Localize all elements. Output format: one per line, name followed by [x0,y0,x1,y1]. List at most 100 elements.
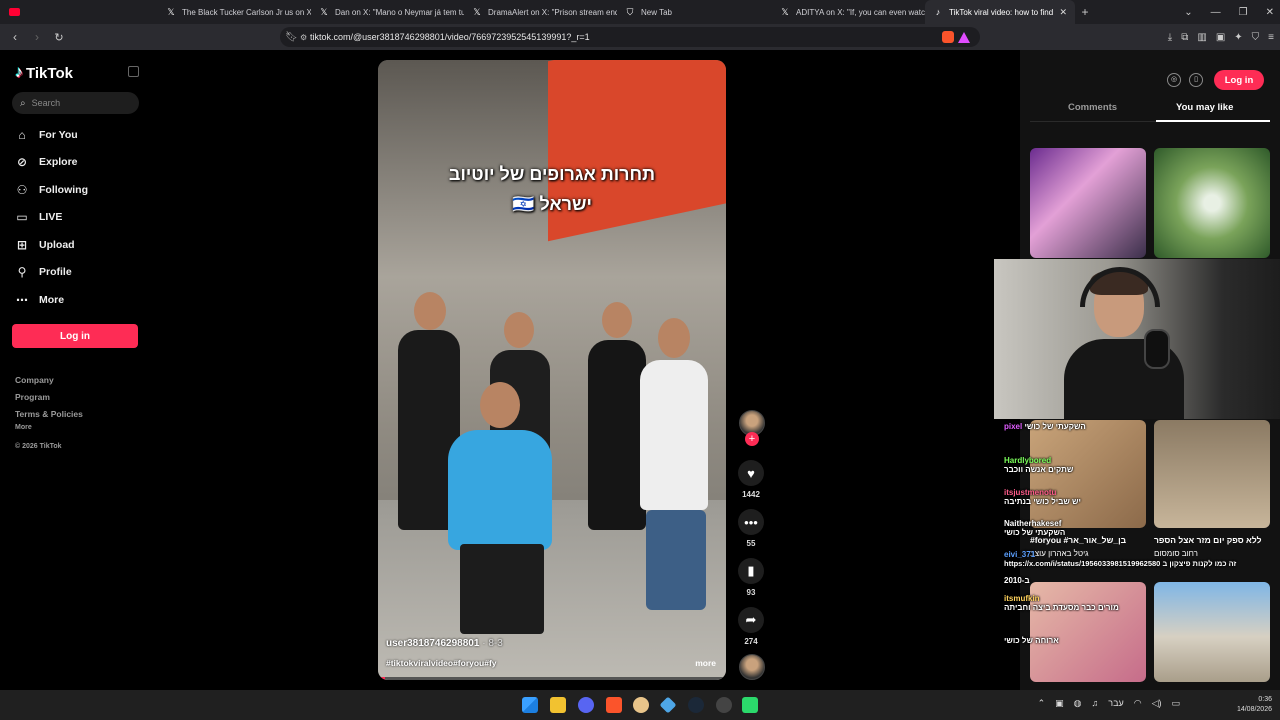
download-icon[interactable]: ⤓ [1168,32,1172,43]
more-link[interactable]: more [695,658,716,668]
person-pants [460,544,544,634]
maximize-icon[interactable]: ❐ [1239,7,1248,18]
app-icon[interactable] [742,697,758,713]
forward-icon[interactable]: › [28,30,46,44]
share-icon[interactable]: ➦ [738,607,764,633]
browser-tab[interactable]: 𝕏 The Black Tucker Carlson Jr us on X: [158,0,311,24]
streamer-webcam [994,259,1280,419]
video-hashtags[interactable]: #tiktokviralvideo#foryou#fy [386,658,497,668]
mic-icon[interactable]: ♫ [1092,698,1099,709]
tab-you-may-like[interactable]: You may like [1156,102,1270,122]
tab-title: New Tab [641,7,672,17]
save-action[interactable]: ▮ 93 [736,558,766,597]
tab-comments[interactable]: Comments [1068,102,1117,122]
video-progress-bar[interactable] [378,677,726,680]
person-blue-shirt [448,430,552,550]
file-explorer-icon[interactable] [550,697,566,713]
obs-icon[interactable] [716,697,732,713]
brave-shields-icon[interactable] [942,31,954,43]
network-icon[interactable]: ◍ [1074,698,1082,709]
comment-action[interactable]: ••• 55 [736,509,766,548]
collapse-sidebar-icon[interactable] [128,66,139,77]
suggested-video-thumbnail[interactable] [1154,148,1270,258]
close-tab-icon[interactable]: ✕ [1059,7,1067,18]
nav-for-you[interactable]: ⌂ For You [15,125,77,145]
nav-profile[interactable]: ⚲ Profile [15,262,72,282]
heart-icon[interactable]: ♥ [738,460,764,486]
wifi-icon[interactable]: ◠ [1134,698,1142,709]
menu-icon[interactable]: ≡ [1268,32,1274,43]
battery-icon[interactable]: ▭ [1171,698,1180,709]
back-icon[interactable]: ‹ [6,30,24,44]
chat-message: Hardlybored שתקים אנשה ווכבר [1004,456,1074,474]
person [640,360,708,510]
clock[interactable]: 0:36 14/08/2026 [1237,695,1272,715]
tab-title: DramaAlert on X: "Prison stream end [488,7,617,17]
reload-icon[interactable]: ↻ [50,31,68,44]
steam-icon[interactable] [688,697,704,713]
comment-icon[interactable]: ••• [738,509,764,535]
start-icon[interactable] [522,697,538,713]
site-info-icon[interactable]: ⚙ [300,33,307,42]
share-action[interactable]: ➦ 274 [736,607,766,646]
footer-program-link[interactable]: Program [15,392,50,402]
login-button[interactable]: Log in [12,324,138,348]
bookmark-icon[interactable]: 🔖︎ [285,32,298,43]
discord-icon[interactable] [578,697,594,713]
footer-more-link[interactable]: More [15,424,32,431]
sound-avatar[interactable] [739,654,765,680]
tiktok-logo[interactable]: ♪ TikTok [15,64,73,82]
nav-following[interactable]: ⚇ Following [15,180,88,200]
youtube-icon[interactable] [0,0,28,24]
window-controls: ⌄ — ❐ ✕ [1184,0,1274,24]
chat-message: 2010-ב [1004,576,1030,585]
person-head [414,292,446,330]
video-player[interactable]: תחרות אגרופים של יוטיוב ישראל 🇮🇱 user381… [378,60,726,680]
person-head [602,302,632,338]
browser-tab-active[interactable]: ♪ TikTok viral video: how to find ✕ [925,0,1075,24]
person-jeans [646,510,706,610]
chevron-down-icon[interactable]: ⌄ [1184,7,1192,18]
footer-company-link[interactable]: Company [15,375,54,385]
volume-icon[interactable]: ◁) [1152,698,1162,709]
follow-button[interactable]: + [745,432,759,446]
video-headline-line1: תחרות אגרופים של יוטיוב [448,164,656,184]
minimize-icon[interactable]: — [1211,7,1221,18]
tray-app-icon[interactable]: ▣ [1055,698,1064,709]
sidebar-icon[interactable]: ▥ [1197,32,1206,43]
app-icon[interactable] [633,697,649,713]
browser-tab[interactable]: 𝕏 ADITYA on X: "If, you can even watc [772,0,925,24]
nav-upload[interactable]: ⊞ Upload [15,235,75,255]
suggested-video-thumbnail[interactable] [1030,148,1146,258]
chevron-up-icon[interactable]: ⌃ [1038,698,1046,709]
extensions-icon[interactable]: ⧉ [1181,32,1188,43]
nav-live[interactable]: ▭ LIVE [15,207,62,227]
video-author[interactable]: user3818746298801 · 8-3 [386,638,503,649]
close-window-icon[interactable]: ✕ [1266,7,1274,18]
new-tab-button[interactable]: + [1075,5,1095,19]
search-input[interactable]: ⌕ Search [12,92,139,114]
wallet-icon[interactable]: ▣ [1216,32,1225,43]
footer-terms-link[interactable]: Terms & Policies [15,409,83,419]
copyright: © 2026 TikTok [15,443,62,450]
brave-shield-icon: ⛉ [626,7,634,17]
app-icon[interactable] [659,696,677,714]
brave-icon[interactable] [606,697,622,713]
stream-chat: pixel השקעתי של כושי Hardlybored שתקים א… [1000,420,1236,650]
browser-tab[interactable]: 𝕏 Dan on X: "Mano o Neymar já tem tu [311,0,464,24]
url-field[interactable]: 🔖︎ ⚙ tiktok.com/@user3818746298801/video… [280,27,980,47]
leo-icon[interactable]: ✦ [1234,32,1242,43]
brave-rewards-icon[interactable] [958,31,970,43]
bookmark-icon[interactable]: ▮ [738,558,764,584]
keyboard-language[interactable]: עבר [1108,698,1123,709]
coins-icon[interactable]: ◎ [1167,73,1181,87]
vpn-icon[interactable]: ⛉ [1252,32,1260,43]
nav-more[interactable]: ⋯ More [15,290,64,310]
like-action[interactable]: ♥ 1442 [736,460,766,499]
nav-explore[interactable]: ⊘ Explore [15,152,78,172]
device-icon[interactable]: ▯ [1189,73,1203,87]
chat-message: itsmufkin מורים כבר מסעדת ביצה וחביתה [1004,594,1119,612]
login-button-top[interactable]: Log in [1214,70,1264,90]
browser-tab[interactable]: 𝕏 DramaAlert on X: "Prison stream end [464,0,617,24]
browser-tab[interactable]: ⛉ New Tab [617,0,772,24]
